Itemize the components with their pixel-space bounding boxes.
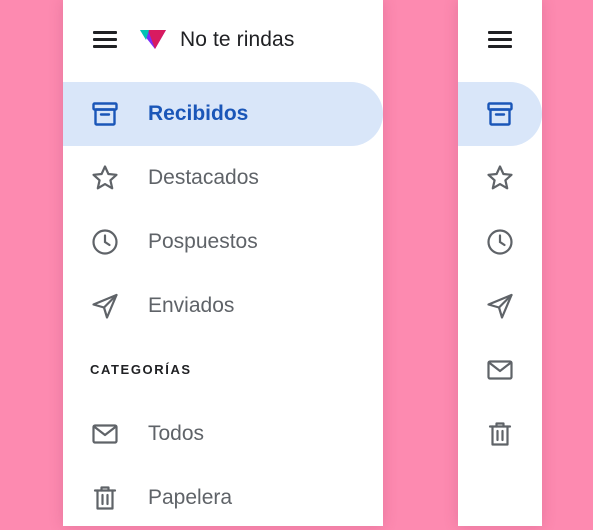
mail-icon (485, 355, 515, 385)
trash-icon (90, 483, 120, 513)
menu-icon[interactable] (486, 27, 514, 51)
inbox-icon (90, 99, 120, 129)
nav-item-destacados[interactable]: Destacados (63, 146, 383, 210)
nav-item-label: Papelera (148, 486, 233, 509)
send-icon (485, 291, 515, 321)
clock-icon (90, 227, 120, 257)
nav-item-papelera[interactable]: Papelera (63, 466, 383, 530)
nav-item-pospuestos[interactable] (458, 210, 542, 274)
send-icon (90, 291, 120, 321)
nav-item-papelera[interactable] (458, 402, 542, 466)
nav-item-label: Enviados (148, 294, 235, 317)
nav-item-todos[interactable]: Todos (63, 402, 383, 466)
trash-icon (485, 419, 515, 449)
menu-icon[interactable] (91, 27, 119, 51)
nav-item-todos[interactable] (458, 338, 542, 402)
section-title-categorias: CATEGORÍAS (90, 362, 192, 377)
clock-icon (485, 227, 515, 257)
nav-item-label: Recibidos (148, 102, 249, 125)
drawer-header (458, 0, 542, 80)
nav-item-label: Destacados (148, 166, 259, 189)
star-icon (90, 163, 120, 193)
app-logo (140, 28, 166, 50)
nav-item-destacados[interactable] (458, 146, 542, 210)
mail-icon (90, 419, 120, 449)
collapsed-drawer (458, 0, 542, 526)
nav-item-label: Todos (148, 422, 205, 445)
drawer-header: No te rindas (63, 0, 383, 80)
nav-item-label: Pospuestos (148, 230, 258, 253)
app-name: No te rindas (180, 28, 295, 51)
star-icon (485, 163, 515, 193)
nav-item-enviados[interactable] (458, 274, 542, 338)
nav-item-recibidos[interactable] (458, 82, 542, 146)
expanded-drawer: No te rindas Recibidos Destacados Pospue… (63, 0, 383, 526)
nav-item-pospuestos[interactable]: Pospuestos (63, 210, 383, 274)
inbox-icon (485, 99, 515, 129)
nav-item-enviados[interactable]: Enviados (63, 274, 383, 338)
nav-item-recibidos[interactable]: Recibidos (63, 82, 383, 146)
